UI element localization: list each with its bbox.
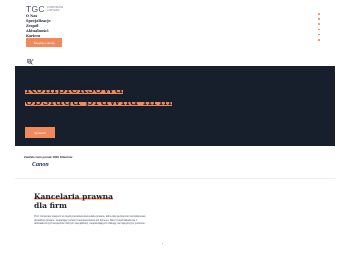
scroll-indicator xyxy=(162,243,164,245)
hero-title: Kompleksowa obsługa prawna firm xyxy=(25,81,245,109)
trusted-by-text: Zaufało nam ponad 1000 Klientów xyxy=(24,155,73,159)
chevron-down-icon: ▾ xyxy=(32,58,34,62)
pagination-dot[interactable] xyxy=(318,38,320,41)
check-button[interactable]: Sprawdź xyxy=(25,127,55,138)
logo-mark-text: TGC xyxy=(26,4,45,14)
flag-icon xyxy=(27,58,31,62)
pagination-dot[interactable] xyxy=(318,33,320,36)
pagination-dot[interactable] xyxy=(318,18,320,20)
logo-mark: TGC xyxy=(26,5,45,14)
divider xyxy=(15,178,335,179)
request-offer-button[interactable]: Zapytaj o ofertę xyxy=(26,38,62,47)
logo-subtitle-line2: Lawyers xyxy=(46,9,60,12)
section-description: TGC Corporate Lawyers to międzynarodowa … xyxy=(34,215,146,226)
hero-title-line2: obsługa prawna firm xyxy=(25,93,172,109)
company-logo[interactable]: TGC Corporate Lawyers xyxy=(26,5,63,14)
pagination-dot[interactable] xyxy=(318,23,320,25)
pagination-dot[interactable] xyxy=(318,28,320,31)
pagination-dot[interactable] xyxy=(318,13,320,15)
search-icon[interactable] xyxy=(27,50,33,65)
hero-banner: Kompleksowa obsługa prawna firm Sprawdź xyxy=(15,66,335,146)
logo-subtitle: Corporate Lawyers xyxy=(47,6,63,12)
client-logo-canon: Canon xyxy=(32,162,49,168)
section-title-line2: dla firm xyxy=(34,200,67,210)
section-title: Kancelaria prawna dla firm xyxy=(34,192,113,210)
language-switcher[interactable]: ▾ xyxy=(27,58,34,62)
side-pagination xyxy=(318,13,320,44)
